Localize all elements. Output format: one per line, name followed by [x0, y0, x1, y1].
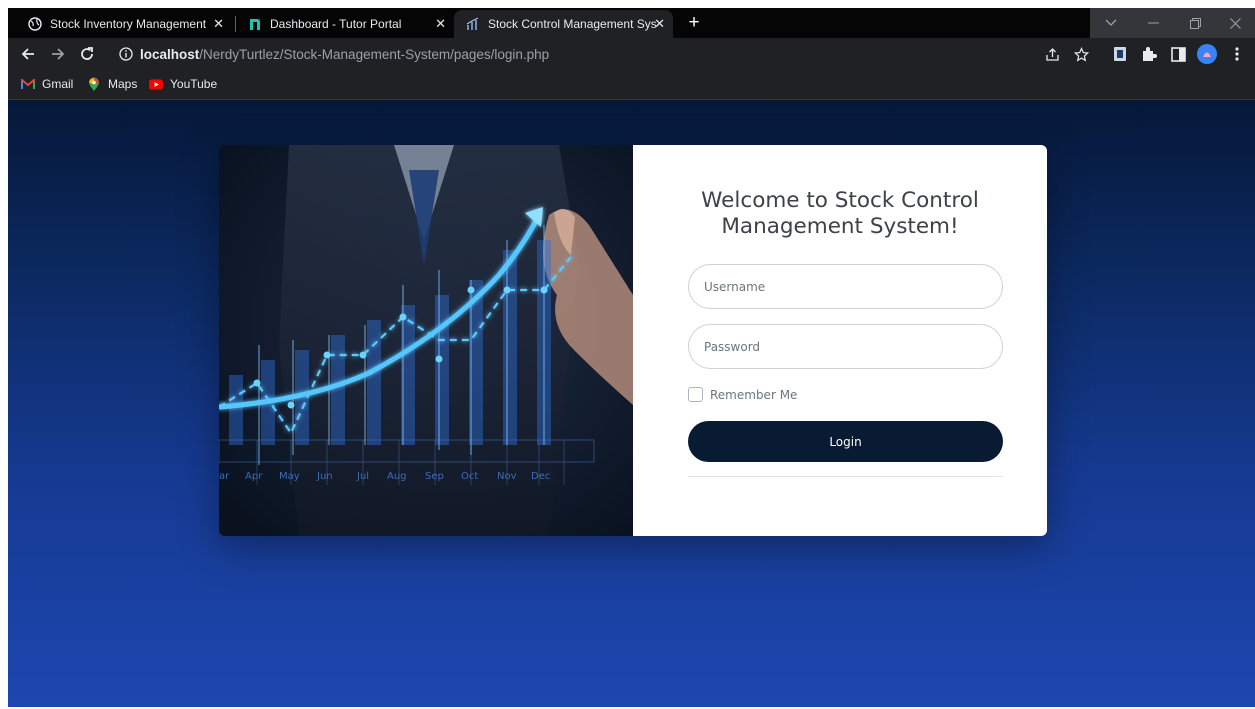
hero-image: ar Apr May Jun Jul Aug Sep Oct Nov Dec	[219, 145, 633, 536]
month-label: May	[279, 471, 300, 482]
tab-title: Dashboard - Tutor Portal	[270, 17, 402, 31]
bookmark-label: YouTube	[170, 77, 218, 91]
month-label: ar	[219, 471, 230, 482]
extensions-puzzle-icon[interactable]	[1139, 44, 1159, 64]
bookmark-label: Gmail	[42, 77, 74, 91]
url-text[interactable]: localhost/NerdyTurtlez/Stock-Management-…	[140, 47, 549, 62]
username-input[interactable]	[688, 264, 1003, 309]
tab-tutor-portal[interactable]: Dashboard - Tutor Portal ✕	[236, 10, 454, 38]
welcome-heading: Welcome to Stock Control Management Syst…	[701, 188, 979, 239]
remember-me-label: Remember Me	[710, 387, 798, 402]
bookmark-gmail[interactable]: Gmail	[21, 77, 73, 91]
side-panel-icon[interactable]	[1168, 44, 1188, 64]
month-label: Apr	[245, 471, 263, 482]
month-label: Aug	[387, 471, 407, 482]
password-input[interactable]	[688, 324, 1003, 369]
login-button[interactable]: Login	[688, 421, 1003, 462]
close-tab-icon[interactable]: ✕	[435, 17, 446, 31]
globe-icon	[28, 17, 42, 31]
bookmark-maps[interactable]: Maps	[87, 77, 137, 91]
url-host: localhost	[140, 46, 200, 62]
tab-stock-inventory[interactable]: Stock Inventory Management Sy ✕	[16, 10, 232, 38]
maps-icon	[87, 77, 101, 91]
minimize-icon[interactable]	[1132, 8, 1174, 38]
address-bar[interactable]: localhost/NerdyTurtlez/Stock-Management-…	[106, 41, 1106, 67]
tab-title: Stock Inventory Management Sy	[50, 17, 210, 31]
forward-arrow-icon[interactable]	[48, 44, 68, 64]
bookmark-star-icon[interactable]	[1073, 46, 1089, 62]
bookmark-youtube[interactable]: YouTube	[149, 77, 217, 91]
portal-icon	[248, 17, 262, 31]
month-label: Nov	[497, 471, 517, 482]
chart-favicon	[466, 17, 480, 31]
login-card: ar Apr May Jun Jul Aug Sep Oct Nov Dec Welcome to…	[219, 145, 1047, 536]
new-tab-button[interactable]: +	[684, 13, 704, 33]
youtube-icon	[149, 77, 163, 91]
remember-me[interactable]: Remember Me	[688, 387, 797, 402]
month-label: Oct	[461, 471, 478, 482]
tab-stock-control[interactable]: Stock Control Management Syste ✕	[454, 10, 673, 38]
login-page: ar Apr May Jun Jul Aug Sep Oct Nov Dec Welcome to…	[8, 100, 1255, 707]
url-path: /NerdyTurtlez/Stock-Management-System/pa…	[199, 46, 550, 62]
month-label: Jul	[356, 471, 369, 482]
bookmarks-bar: Gmail Maps YouTube	[8, 70, 1255, 100]
gmail-icon	[21, 77, 35, 91]
close-window-icon[interactable]	[1216, 8, 1255, 38]
share-icon[interactable]	[1044, 46, 1060, 62]
bookmark-label: Maps	[108, 77, 138, 91]
reload-icon[interactable]	[77, 44, 97, 64]
profile-avatar-icon[interactable]	[1197, 44, 1217, 64]
form-divider	[688, 476, 1003, 477]
site-info-icon[interactable]	[112, 41, 140, 67]
restore-icon[interactable]	[1174, 8, 1216, 38]
back-arrow-icon[interactable]	[18, 44, 38, 64]
browser-toolbar: localhost/NerdyTurtlez/Stock-Management-…	[8, 38, 1255, 70]
tab-title: Stock Control Management Syste	[488, 17, 656, 31]
month-label: Sep	[425, 471, 444, 482]
browser-window: Stock Inventory Management Sy ✕ Dashboar…	[8, 8, 1255, 100]
remember-me-checkbox[interactable]	[688, 387, 703, 402]
month-label: Dec	[531, 471, 550, 482]
month-label: Jun	[316, 471, 333, 482]
tab-search-icon[interactable]	[1090, 8, 1132, 38]
tab-strip: Stock Inventory Management Sy ✕ Dashboar…	[8, 8, 1255, 38]
close-tab-icon[interactable]: ✕	[654, 17, 665, 31]
login-form: Welcome to Stock Control Management Syst…	[633, 145, 1047, 536]
extension-icon[interactable]	[1110, 44, 1130, 64]
menu-kebab-icon[interactable]	[1227, 44, 1247, 64]
close-tab-icon[interactable]: ✕	[213, 17, 224, 31]
